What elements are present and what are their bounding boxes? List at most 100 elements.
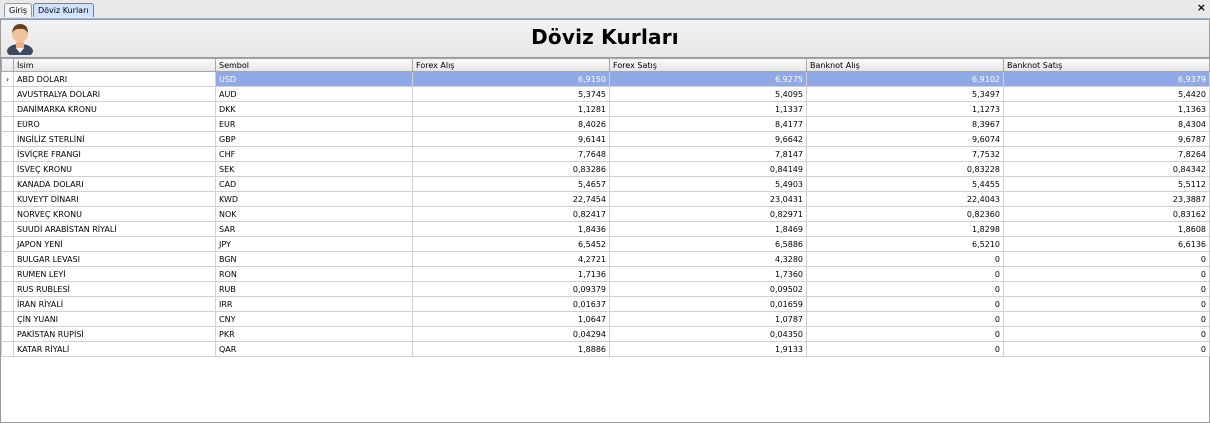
column-header-banknot-alis[interactable]: Banknot Alış bbox=[806, 58, 1004, 72]
cell-symbol[interactable]: BGN bbox=[215, 251, 413, 267]
cell-name[interactable]: İNGİLİZ STERLİNİ bbox=[13, 131, 216, 147]
table-row[interactable]: NORVEÇ KRONU NOK 0,82417 0,82971 0,82360 0,83… bbox=[1, 206, 1210, 222]
cell-banknote-buy[interactable]: 7,7532 bbox=[806, 146, 1004, 162]
cell-symbol[interactable]: IRR bbox=[215, 296, 413, 312]
cell-forex-buy[interactable]: 0,82417 bbox=[412, 206, 610, 222]
cell-name[interactable]: ABD DOLARI bbox=[13, 71, 216, 87]
cell-forex-sell[interactable]: 1,7360 bbox=[609, 266, 807, 282]
cell-symbol[interactable]: PKR bbox=[215, 326, 413, 342]
cell-banknote-buy[interactable]: 5,4455 bbox=[806, 176, 1004, 192]
cell-banknote-sell[interactable]: 8,4304 bbox=[1003, 116, 1210, 132]
cell-banknote-buy[interactable]: 0,83228 bbox=[806, 161, 1004, 177]
table-row[interactable]: RUS RUBLESİ RUB 0,09379 0,09502 0 0 bbox=[1, 281, 1210, 297]
column-header-sembol[interactable]: Sembol bbox=[215, 58, 413, 72]
cell-banknote-buy[interactable]: 0 bbox=[806, 296, 1004, 312]
cell-forex-sell[interactable]: 1,9133 bbox=[609, 341, 807, 357]
cell-forex-buy[interactable]: 5,3745 bbox=[412, 86, 610, 102]
cell-banknote-sell[interactable]: 0 bbox=[1003, 311, 1210, 327]
cell-forex-buy[interactable]: 0,04294 bbox=[412, 326, 610, 342]
cell-forex-buy[interactable]: 22,7454 bbox=[412, 191, 610, 207]
table-row[interactable]: RUMEN LEYİ RON 1,7136 1,7360 0 0 bbox=[1, 266, 1210, 282]
cell-symbol[interactable]: NOK bbox=[215, 206, 413, 222]
cell-symbol[interactable]: GBP bbox=[215, 131, 413, 147]
cell-forex-buy[interactable]: 1,8886 bbox=[412, 341, 610, 357]
cell-banknote-sell[interactable]: 6,6136 bbox=[1003, 236, 1210, 252]
cell-symbol[interactable]: SEK bbox=[215, 161, 413, 177]
row-selector[interactable] bbox=[1, 191, 14, 207]
row-selector[interactable] bbox=[1, 131, 14, 147]
cell-banknote-sell[interactable]: 0 bbox=[1003, 251, 1210, 267]
cell-name[interactable]: İSVEÇ KRONU bbox=[13, 161, 216, 177]
cell-name[interactable]: KUVEYT DİNARI bbox=[13, 191, 216, 207]
tab-doviz-kurlari[interactable]: Döviz Kurları bbox=[33, 3, 94, 17]
cell-banknote-sell[interactable]: 0,83162 bbox=[1003, 206, 1210, 222]
cell-forex-buy[interactable]: 6,9150 bbox=[412, 71, 610, 87]
cell-banknote-buy[interactable]: 5,3497 bbox=[806, 86, 1004, 102]
row-selector[interactable] bbox=[1, 266, 14, 282]
row-selector[interactable] bbox=[1, 221, 14, 237]
cell-forex-sell[interactable]: 7,8147 bbox=[609, 146, 807, 162]
cell-symbol[interactable]: EUR bbox=[215, 116, 413, 132]
cell-banknote-buy[interactable]: 0 bbox=[806, 266, 1004, 282]
cell-symbol[interactable]: RUB bbox=[215, 281, 413, 297]
cell-forex-buy[interactable]: 8,4026 bbox=[412, 116, 610, 132]
cell-symbol[interactable]: RON bbox=[215, 266, 413, 282]
row-selector[interactable] bbox=[1, 236, 14, 252]
table-row[interactable]: İSVİÇRE FRANGI CHF 7,7648 7,8147 7,7532 7,826… bbox=[1, 146, 1210, 162]
table-row[interactable]: KATAR RİYALİ QAR 1,8886 1,9133 0 0 bbox=[1, 341, 1210, 357]
cell-banknote-buy[interactable]: 6,9102 bbox=[806, 71, 1004, 87]
cell-name[interactable]: KATAR RİYALİ bbox=[13, 341, 216, 357]
table-row[interactable]: SUUDİ ARABİSTAN RİYALİ SAR 1,8436 1,8469 1,8… bbox=[1, 221, 1210, 237]
cell-forex-buy[interactable]: 6,5452 bbox=[412, 236, 610, 252]
cell-forex-buy[interactable]: 1,8436 bbox=[412, 221, 610, 237]
cell-banknote-sell[interactable]: 5,5112 bbox=[1003, 176, 1210, 192]
cell-name[interactable]: RUMEN LEYİ bbox=[13, 266, 216, 282]
cell-symbol[interactable]: CHF bbox=[215, 146, 413, 162]
cell-symbol[interactable]: DKK bbox=[215, 101, 413, 117]
row-selector[interactable] bbox=[1, 326, 14, 342]
cell-symbol[interactable]: JPY bbox=[215, 236, 413, 252]
column-header-forex-alis[interactable]: Forex Alış bbox=[412, 58, 610, 72]
tab-giris[interactable]: Giriş bbox=[4, 3, 33, 17]
table-row[interactable]: İRAN RİYALİ IRR 0,01637 0,01659 0 0 bbox=[1, 296, 1210, 312]
cell-name[interactable]: PAKİSTAN RUPİSİ bbox=[13, 326, 216, 342]
table-row[interactable]: İSVEÇ KRONU SEK 0,83286 0,84149 0,83228 0,843… bbox=[1, 161, 1210, 177]
table-row[interactable]: › ABD DOLARI USD 6,9150 6,9275 6,9102 6,9379 bbox=[1, 71, 1210, 87]
cell-forex-buy[interactable]: 7,7648 bbox=[412, 146, 610, 162]
cell-forex-sell[interactable]: 0,01659 bbox=[609, 296, 807, 312]
table-row[interactable]: BULGAR LEVASI BGN 4,2721 4,3280 0 0 bbox=[1, 251, 1210, 267]
cell-forex-sell[interactable]: 0,09502 bbox=[609, 281, 807, 297]
cell-name[interactable]: NORVEÇ KRONU bbox=[13, 206, 216, 222]
cell-banknote-sell[interactable]: 0 bbox=[1003, 296, 1210, 312]
row-selector[interactable] bbox=[1, 146, 14, 162]
cell-name[interactable]: EURO bbox=[13, 116, 216, 132]
cell-forex-sell[interactable]: 5,4903 bbox=[609, 176, 807, 192]
cell-symbol[interactable]: AUD bbox=[215, 86, 413, 102]
cell-banknote-sell[interactable]: 7,8264 bbox=[1003, 146, 1210, 162]
cell-banknote-sell[interactable]: 1,1363 bbox=[1003, 101, 1210, 117]
cell-forex-sell[interactable]: 1,1337 bbox=[609, 101, 807, 117]
cell-banknote-buy[interactable]: 8,3967 bbox=[806, 116, 1004, 132]
row-selector[interactable] bbox=[1, 206, 14, 222]
cell-forex-sell[interactable]: 0,82971 bbox=[609, 206, 807, 222]
cell-banknote-buy[interactable]: 1,8298 bbox=[806, 221, 1004, 237]
cell-name[interactable]: İRAN RİYALİ bbox=[13, 296, 216, 312]
row-selector[interactable] bbox=[1, 251, 14, 267]
cell-forex-sell[interactable]: 8,4177 bbox=[609, 116, 807, 132]
cell-banknote-buy[interactable]: 1,1273 bbox=[806, 101, 1004, 117]
row-selector[interactable] bbox=[1, 341, 14, 357]
cell-forex-sell[interactable]: 0,04350 bbox=[609, 326, 807, 342]
column-header-isim[interactable]: İsim bbox=[13, 58, 216, 72]
cell-banknote-buy[interactable]: 0,82360 bbox=[806, 206, 1004, 222]
cell-name[interactable]: ÇİN YUANI bbox=[13, 311, 216, 327]
table-row[interactable]: JAPON YENİ JPY 6,5452 6,5886 6,5210 6,6136 bbox=[1, 236, 1210, 252]
cell-symbol[interactable]: CNY bbox=[215, 311, 413, 327]
table-row[interactable]: PAKİSTAN RUPİSİ PKR 0,04294 0,04350 0 0 bbox=[1, 326, 1210, 342]
cell-banknote-buy[interactable]: 0 bbox=[806, 311, 1004, 327]
cell-banknote-sell[interactable]: 23,3887 bbox=[1003, 191, 1210, 207]
row-selector[interactable] bbox=[1, 161, 14, 177]
cell-banknote-sell[interactable]: 0 bbox=[1003, 341, 1210, 357]
cell-banknote-sell[interactable]: 0 bbox=[1003, 266, 1210, 282]
cell-name[interactable]: RUS RUBLESİ bbox=[13, 281, 216, 297]
cell-forex-sell[interactable]: 23,0431 bbox=[609, 191, 807, 207]
